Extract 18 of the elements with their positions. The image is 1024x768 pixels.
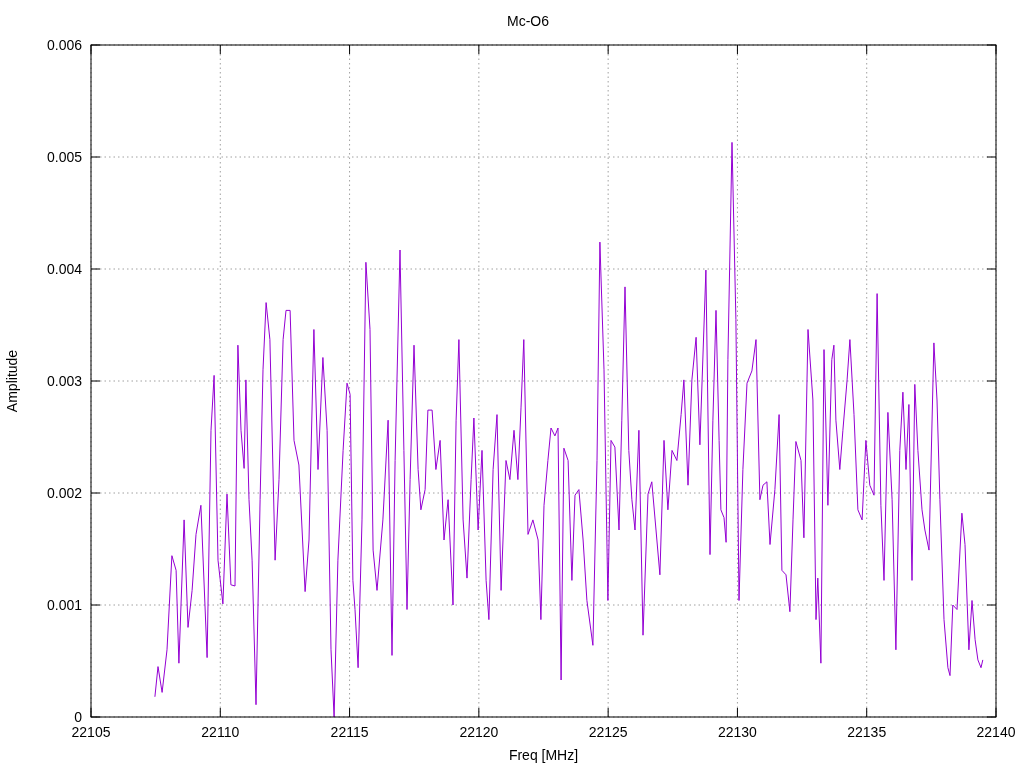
x-tick-label: 22105 [71,724,111,740]
x-tick-label: 22140 [976,724,1016,740]
x-axis-title: Freq [MHz] [508,747,579,763]
y-tick-label: 0.001 [46,597,82,613]
x-tick-label: 22110 [201,724,240,740]
x-tick-label: 22135 [847,724,887,740]
y-tick-label: 0.003 [46,373,82,389]
y-tick-label: 0.002 [46,485,82,501]
y-axis-title: Amplitude [4,349,20,413]
y-tick-label: 0.005 [46,149,82,165]
x-tick-label: 22125 [588,724,628,740]
y-tick-label: 0.004 [46,261,82,277]
x-tick-label: 22115 [330,724,369,740]
x-tick-label: 22130 [717,724,757,740]
y-tick-label: 0.006 [46,37,82,53]
x-tick-label: 22120 [459,724,499,740]
y-tick-label: 0 [74,709,82,725]
chart-title: Mc-O6 [507,13,549,29]
